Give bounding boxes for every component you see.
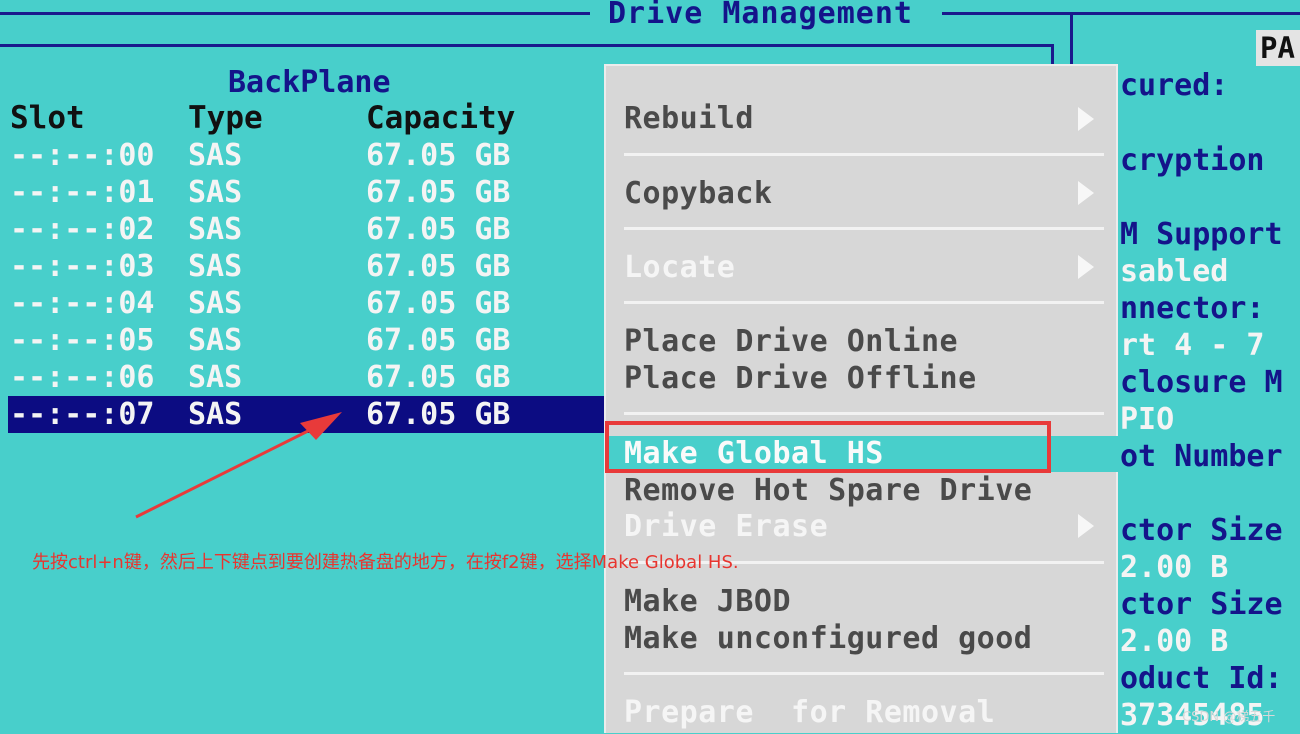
row-capacity: 67.05 GB: [366, 175, 511, 210]
prop-disabled: sabled: [1120, 254, 1229, 289]
context-menu: Rebuild Copyback Locate Place Drive Onli…: [604, 64, 1118, 733]
backplane-label: BackPlane: [228, 65, 391, 100]
row-slot: --:--:06: [10, 360, 155, 395]
row-capacity: 67.05 GB: [366, 286, 511, 321]
row-slot: --:--:07: [10, 397, 155, 432]
properties-tab-label[interactable]: PA: [1256, 30, 1300, 66]
table-row[interactable]: --:--:01 SAS 67.05 GB: [8, 174, 605, 211]
table-row[interactable]: --:--:05 SAS 67.05 GB: [8, 322, 605, 359]
column-header-type: Type: [188, 100, 263, 136]
menu-separator: [624, 227, 1104, 230]
submenu-arrow-icon: [1078, 514, 1094, 538]
row-slot: --:--:02: [10, 212, 155, 247]
table-row[interactable]: --:--:00 SAS 67.05 GB: [8, 137, 605, 174]
prop-secured: cured:: [1120, 68, 1229, 103]
row-slot: --:--:01: [10, 175, 155, 210]
row-capacity: 67.05 GB: [366, 360, 511, 395]
frame-top-line-right: [942, 12, 1300, 15]
row-slot: --:--:00: [10, 138, 155, 173]
menu-item-drive-erase: Drive Erase: [624, 509, 829, 544]
row-type: SAS: [188, 323, 243, 358]
table-row[interactable]: --:--:06 SAS 67.05 GB: [8, 359, 605, 396]
annotation-highlight-box: [605, 421, 1051, 473]
row-slot: --:--:05: [10, 323, 155, 358]
table-row[interactable]: --:--:04 SAS 67.05 GB: [8, 285, 605, 322]
column-header-slot: Slot: [10, 100, 85, 136]
menu-item-remove-hot-spare[interactable]: Remove Hot Spare Drive: [624, 473, 1032, 509]
prop-enclosure: closure M: [1120, 365, 1283, 400]
menu-separator: [624, 153, 1104, 156]
row-slot: --:--:04: [10, 286, 155, 321]
menu-item-prepare-removal: Prepare for Removal: [624, 695, 996, 730]
column-header-capacity: Capacity: [366, 100, 516, 136]
menu-separator: [624, 301, 1104, 304]
menu-item-rebuild[interactable]: Rebuild: [624, 101, 754, 137]
frame-top-line-left: [0, 12, 590, 15]
prop-connector: nnector:: [1120, 291, 1265, 326]
menu-item-locate: Locate: [624, 250, 736, 285]
prop-port: rt 4 - 7: [1120, 328, 1265, 363]
annotation-note: 先按ctrl+n键，然后上下键点到要创建热备盘的地方，在按f2键，选择Make …: [32, 552, 739, 573]
row-capacity: 67.05 GB: [366, 249, 511, 284]
frame-divider-line: [1070, 14, 1073, 66]
menu-item-place-offline[interactable]: Place Drive Offline: [624, 361, 977, 397]
window-title: Drive Management: [596, 0, 925, 32]
row-type: SAS: [188, 138, 243, 173]
inner-frame-top-line: [0, 44, 1054, 47]
menu-separator: [624, 412, 1104, 415]
prop-support: M Support: [1120, 217, 1283, 252]
menu-item-make-unconfigured-good[interactable]: Make unconfigured good: [624, 621, 1032, 657]
prop-sector-value-2: 2.00 B: [1120, 624, 1229, 659]
submenu-arrow-icon: [1078, 255, 1094, 279]
prop-product-id: oduct Id:: [1120, 661, 1283, 696]
row-type: SAS: [188, 212, 243, 247]
table-row[interactable]: --:--:03 SAS 67.05 GB: [8, 248, 605, 285]
menu-separator: [624, 672, 1104, 675]
watermark: CSDN @梯五千: [1182, 710, 1276, 725]
submenu-arrow-icon: [1078, 181, 1094, 205]
menu-item-copyback[interactable]: Copyback: [624, 176, 773, 212]
row-type: SAS: [188, 397, 243, 432]
prop-slot-number: ot Number: [1120, 439, 1283, 474]
prop-sector-value-1: 2.00 B: [1120, 550, 1229, 585]
submenu-arrow-icon: [1078, 107, 1094, 131]
table-row-selected[interactable]: --:--:07 SAS 67.05 GB: [8, 396, 605, 433]
row-type: SAS: [188, 249, 243, 284]
row-slot: --:--:03: [10, 249, 155, 284]
row-capacity: 67.05 GB: [366, 323, 511, 358]
prop-sector-size-2: ctor Size: [1120, 587, 1283, 622]
inner-frame-right-line: [1051, 44, 1054, 66]
row-type: SAS: [188, 286, 243, 321]
menu-item-make-jbod[interactable]: Make JBOD: [624, 584, 791, 620]
prop-sector-size-1: ctor Size: [1120, 513, 1283, 548]
table-row[interactable]: --:--:02 SAS 67.05 GB: [8, 211, 605, 248]
row-capacity: 67.05 GB: [366, 138, 511, 173]
row-type: SAS: [188, 360, 243, 395]
prop-encryption: cryption: [1120, 143, 1265, 178]
prop-pio: PIO: [1120, 402, 1175, 437]
row-type: SAS: [188, 175, 243, 210]
menu-item-place-online[interactable]: Place Drive Online: [624, 324, 958, 360]
row-capacity: 67.05 GB: [366, 397, 511, 432]
row-capacity: 67.05 GB: [366, 212, 511, 247]
